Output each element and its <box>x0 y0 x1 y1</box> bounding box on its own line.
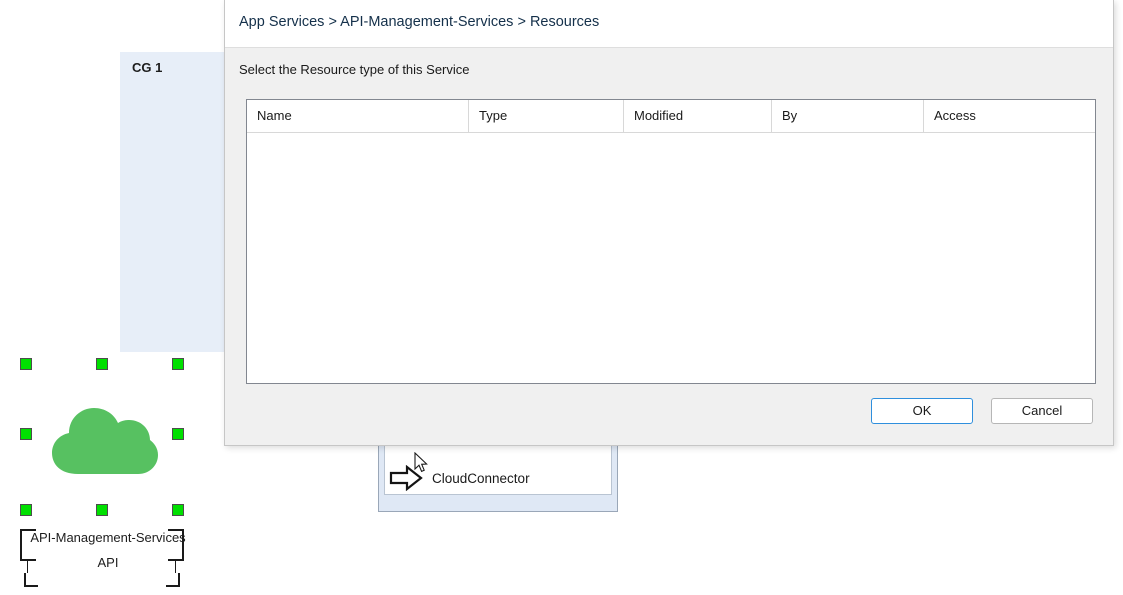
resource-list[interactable]: Name Type Modified By Access <box>246 99 1096 384</box>
cloud-icon <box>52 408 158 474</box>
frame-corner-lower-right <box>166 573 180 587</box>
resource-list-header: Name Type Modified By Access <box>247 100 1095 133</box>
selection-handle-top-right[interactable] <box>172 358 184 370</box>
column-header-modified[interactable]: Modified <box>624 100 772 132</box>
selection-handle-middle-left[interactable] <box>20 428 32 440</box>
resource-type-dialog[interactable]: App Services > API-Management-Services >… <box>224 0 1114 446</box>
selection-handle-middle-right[interactable] <box>172 428 184 440</box>
column-header-by[interactable]: By <box>772 100 924 132</box>
container-group-label: CG 1 <box>132 60 163 75</box>
ok-button[interactable]: OK <box>871 398 973 424</box>
breadcrumb[interactable]: App Services > API-Management-Services >… <box>239 14 599 30</box>
selection-handle-top-center[interactable] <box>96 358 108 370</box>
selection-handle-top-left[interactable] <box>20 358 32 370</box>
cloud-connector-row[interactable]: CloudConnector <box>389 465 530 491</box>
frame-corner-lower-left <box>24 573 38 587</box>
entity-label-frame: API-Management-Services API <box>0 505 215 595</box>
container-group-cg1[interactable]: CG 1 <box>120 52 226 352</box>
column-header-name[interactable]: Name <box>247 100 469 132</box>
cloud-connector-label: CloudConnector <box>432 470 530 486</box>
entity-sub-label: API <box>97 555 119 570</box>
column-header-type[interactable]: Type <box>469 100 624 132</box>
dialog-subtitle: Select the Resource type of this Service <box>239 62 470 77</box>
cancel-button[interactable]: Cancel <box>991 398 1093 424</box>
resource-list-body[interactable] <box>247 133 1095 383</box>
entity-name-label: API-Management-Services <box>30 530 186 545</box>
column-header-access[interactable]: Access <box>924 100 1095 132</box>
dialog-header: App Services > API-Management-Services >… <box>225 0 1113 48</box>
mouse-cursor-icon <box>414 452 428 473</box>
